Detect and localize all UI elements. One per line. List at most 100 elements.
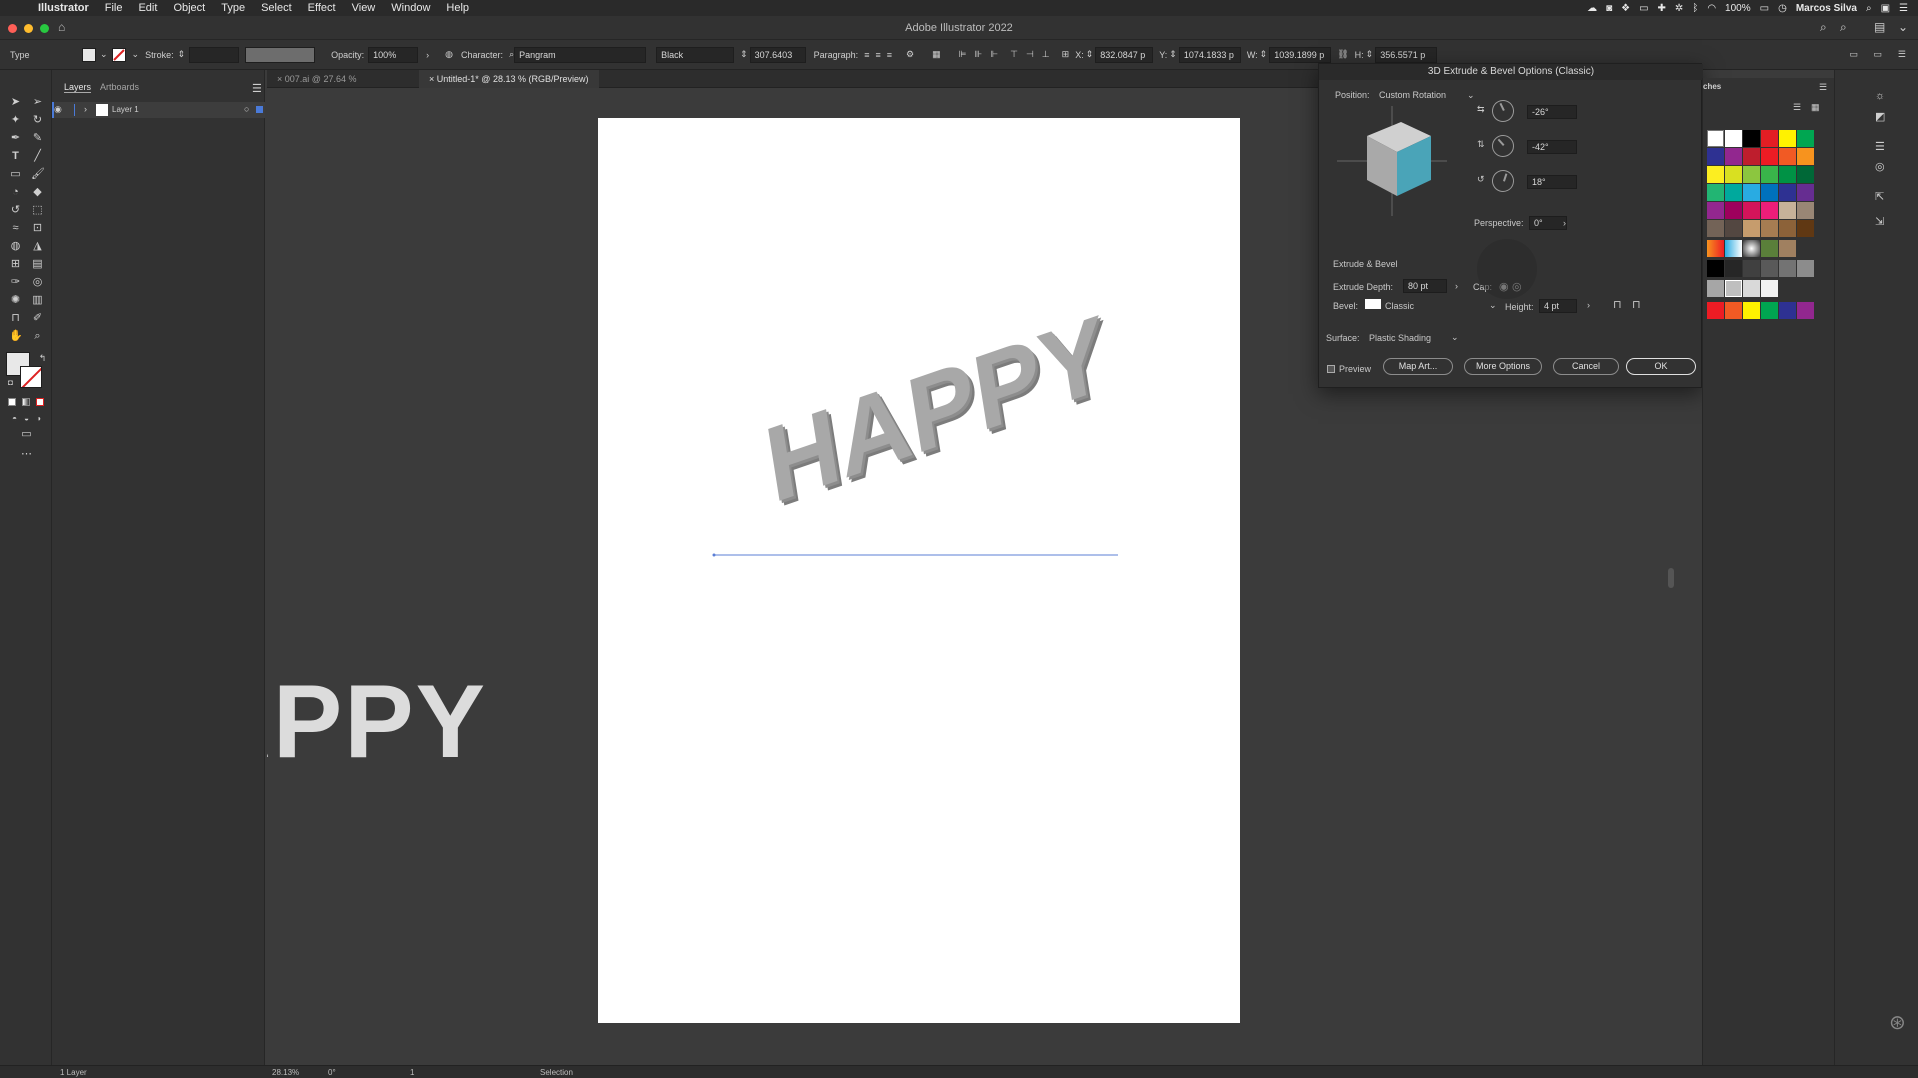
cancel-button[interactable]: Cancel (1553, 358, 1619, 375)
x-stepper[interactable]: ⇕ (1086, 49, 1094, 60)
swatch[interactable] (1743, 280, 1760, 297)
menu-view[interactable]: View (344, 2, 384, 14)
background-text-art[interactable]: APPY (267, 670, 497, 790)
recolor-artwork-icon[interactable]: ⚙ (906, 49, 914, 60)
map-art-button[interactable]: Map Art... (1383, 358, 1453, 375)
wifi-icon[interactable]: ◠ (1707, 3, 1716, 14)
rotate-z-field[interactable]: 18° (1527, 175, 1577, 189)
bevel-in-icon[interactable]: ⊓ (1632, 298, 1641, 311)
chevron-right-icon[interactable]: › (1455, 281, 1458, 291)
swatch[interactable] (1797, 220, 1814, 237)
mesh-tool-icon[interactable]: ⊞ (9, 258, 22, 271)
camera-icon[interactable]: ◙ (1606, 3, 1612, 14)
help-assistant-icon[interactable]: ⊛ (1889, 1010, 1906, 1035)
swatch[interactable] (1797, 130, 1814, 147)
panel-menu-icon[interactable]: ☰ (252, 82, 262, 95)
swatch[interactable] (1743, 202, 1760, 219)
artboard[interactable]: HAPPY HAPPY HAPPY (598, 118, 1240, 1023)
edit-toolbar-icon[interactable]: ⋯ (20, 448, 33, 461)
chevron-down-icon[interactable]: ⌄ (1467, 90, 1475, 101)
position-select[interactable]: Custom Rotation (1379, 90, 1446, 100)
battery-icon[interactable]: ▭ (1760, 3, 1769, 14)
warp-tool-icon[interactable]: ≈ (9, 222, 22, 235)
swatch[interactable] (1779, 240, 1796, 257)
paragraph-label[interactable]: Paragraph: (814, 50, 859, 60)
swatch[interactable] (1725, 148, 1742, 165)
lasso-tool-icon[interactable]: ↻ (31, 114, 44, 127)
dropbox-icon[interactable]: ❖ (1621, 3, 1630, 14)
lock-toggle[interactable] (74, 104, 75, 116)
chevron-down-icon[interactable]: ⌄ (132, 49, 140, 60)
direct-selection-tool-icon[interactable]: ➢ (31, 96, 44, 109)
y-stepper[interactable]: ⇕ (1169, 49, 1177, 60)
cloud-icon[interactable]: ☁ (1587, 3, 1597, 14)
screen-mode-icon[interactable]: ▭ (20, 428, 33, 441)
selection-indicator[interactable] (256, 106, 263, 113)
list-view-icon[interactable]: ☰ (1793, 102, 1801, 113)
menu-object[interactable]: Object (165, 2, 213, 14)
chevron-down-icon[interactable]: ⌄ (1489, 300, 1497, 311)
swatch[interactable] (1707, 166, 1724, 183)
graph-tool-icon[interactable]: ▥ (31, 294, 44, 307)
more-options-icon[interactable]: ☰ (1898, 49, 1906, 60)
zoom-field[interactable]: 28.13% (272, 1068, 299, 1077)
color-mode-button[interactable] (8, 398, 16, 406)
preview-label[interactable]: Preview (1339, 364, 1371, 374)
panel-menu-icon[interactable]: ☰ (1819, 82, 1827, 93)
chevron-right-icon[interactable]: › (426, 50, 429, 60)
align-objects-vcenter-icon[interactable]: ⊣ (1026, 49, 1034, 60)
swatch[interactable] (1743, 260, 1760, 277)
swatch[interactable] (1743, 302, 1760, 319)
swatch[interactable] (1761, 240, 1778, 257)
line-tool-icon[interactable]: ╱ (31, 150, 44, 163)
arrange-icon[interactable]: ⌄ (1898, 20, 1908, 34)
eraser-tool-icon[interactable]: ◆ (31, 186, 44, 199)
transform-icon[interactable]: ⊞ (1062, 49, 1070, 60)
chevron-down-icon[interactable]: ⌄ (1451, 332, 1459, 343)
swatch[interactable] (1761, 220, 1778, 237)
type-tool-icon[interactable]: T (9, 150, 22, 163)
swatch[interactable] (1779, 260, 1796, 277)
scale-tool-icon[interactable]: ⬚ (31, 204, 44, 217)
artboard-tool-icon[interactable]: ⊓ (9, 312, 22, 325)
libraries-icon[interactable]: ◩ (1875, 110, 1885, 123)
swatch[interactable] (1707, 184, 1724, 201)
more-options-button[interactable]: More Options (1464, 358, 1542, 375)
tab-layers[interactable]: Layers (64, 82, 92, 93)
align-objects-bottom-icon[interactable]: ⊥ (1042, 49, 1050, 60)
hand-tool-icon[interactable]: ✋ (9, 330, 23, 343)
free-transform-tool-icon[interactable]: ⊡ (31, 222, 44, 235)
align-to-icon[interactable]: ▦ (932, 49, 941, 60)
menu-file[interactable]: File (97, 2, 131, 14)
swatch[interactable] (1707, 302, 1724, 319)
swatch[interactable] (1761, 148, 1778, 165)
tab-artboards[interactable]: Artboards (100, 82, 139, 92)
rotation-cube[interactable] (1337, 106, 1447, 216)
arrange-docs-icon[interactable]: ▭ (1873, 49, 1882, 60)
search-icon[interactable]: ⌕ (1866, 3, 1872, 14)
user-name[interactable]: Marcos Silva (1796, 3, 1857, 14)
rotate-z-dial[interactable] (1489, 167, 1517, 195)
bevel-out-icon[interactable]: ⊓ (1613, 298, 1622, 311)
tab-document-untitled[interactable]: × Untitled-1* @ 28.13 % (RGB/Preview) (419, 70, 599, 88)
stroke-swatch[interactable] (111, 47, 126, 62)
panel-menu-icon[interactable]: ▭ (1849, 49, 1858, 60)
curvature-tool-icon[interactable]: ✎ (31, 132, 44, 145)
swatch[interactable] (1743, 148, 1760, 165)
symbol-sprayer-tool-icon[interactable]: ✺ (9, 294, 22, 307)
rotate-y-field[interactable]: -42° (1527, 140, 1577, 154)
menu-select[interactable]: Select (253, 2, 300, 14)
swatch[interactable] (1707, 240, 1724, 257)
share-icon[interactable]: ⌕ (1840, 20, 1847, 35)
font-family-field[interactable]: Pangram (514, 46, 647, 63)
align-left-icon[interactable]: ≡ (864, 50, 869, 60)
swatch[interactable] (1761, 302, 1778, 319)
rotate-y-dial[interactable] (1487, 130, 1519, 162)
swap-fill-stroke-icon[interactable]: ↰ (36, 352, 49, 365)
swatch[interactable] (1725, 240, 1742, 257)
align-objects-top-icon[interactable]: ⊤ (1010, 49, 1018, 60)
font-style-field[interactable]: Black (656, 46, 735, 63)
swatch[interactable] (1779, 220, 1796, 237)
y-field[interactable]: 1074.1833 p (1178, 46, 1241, 63)
align-center-icon[interactable]: ≡ (875, 50, 880, 60)
